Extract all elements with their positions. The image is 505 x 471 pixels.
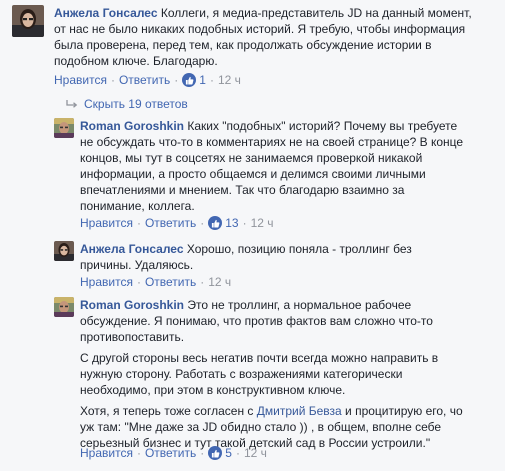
comment-text: Коллеги, я медиа-представитель JD на дан… [157,6,472,20]
comment-body: Анжела Гонсалес Коллеги, я медиа-предста… [54,5,499,69]
reply-text: противопоставить. [80,330,185,344]
avatar[interactable] [54,297,74,317]
like-button[interactable]: Нравится [80,274,133,290]
separator-dot: · [136,275,141,289]
user-mention-link[interactable]: Дмитрий Бевза [257,404,342,418]
reply-author[interactable]: Roman Goroshkin [80,119,184,133]
separator-dot: · [235,446,240,460]
reply-text: не обсуждать что-то в комментариях не на… [80,135,464,149]
like-count[interactable]: 13 [225,215,238,231]
reply-body: Roman Goroshkin Это не троллинг, а норма… [80,297,500,451]
reply-actions: Нравится · Ответить · 13 · 12 ч [80,215,274,231]
like-button[interactable]: Нравится [54,72,107,88]
like-count[interactable]: 5 [225,445,232,461]
separator-dot: · [174,73,179,87]
reply-text: Каких "подобных" историй? Почему вы треб… [184,119,458,133]
separator-dot: · [200,216,205,230]
thumbs-up-icon [182,73,197,87]
comment-actions: Нравится · Ответить · 1 · 12 ч [54,72,241,88]
reply: Анжела Гонсалес Хорошо, позицию поняла -… [0,241,505,296]
reply-button[interactable]: Ответить [119,72,170,88]
separator-dot: · [242,216,247,230]
timestamp[interactable]: 12 ч [218,72,241,88]
like-count[interactable]: 1 [199,72,206,88]
reply-actions: Нравится · Ответить · 5 · 12 ч [80,445,267,461]
reply-body: Анжела Гонсалес Хорошо, позицию поняла -… [80,241,500,273]
timestamp[interactable]: 12 ч [251,215,274,231]
reply-text: нужную сторону. Работать с возражениями … [80,367,403,381]
reply-text: Хотя, я теперь тоже согласен с [80,404,257,418]
reply-actions: Нравится · Ответить · 12 ч [80,274,231,290]
comment-text: была проверена, перед тем, как продолжат… [54,38,432,52]
separator-dot: · [200,446,205,460]
reply-text: необходимо, при этом в конструктивном кл… [80,383,346,397]
reply-text: понимание, коллега. [80,199,195,213]
like-button[interactable]: Нравится [80,445,133,461]
comment-text: подобном ключе. Благодарю. [54,54,218,68]
reply-body: Roman Goroshkin Каких "подобных" историй… [80,118,500,214]
reply: Roman Goroshkin Это не троллинг, а норма… [0,297,505,471]
reply-paragraph: С другой стороны весь негатив почти всег… [80,350,500,398]
comment-text: от нас не было никаких подобных историй.… [54,22,466,36]
separator-dot: · [136,216,141,230]
reply-text: Это не троллинг, а нормальное рабочее [184,298,412,312]
timestamp[interactable]: 12 ч [244,445,267,461]
reply-text: причины. Удаляюсь. [80,258,194,272]
separator-dot: · [136,446,141,460]
separator-dot: · [110,73,115,87]
avatar[interactable] [54,241,74,261]
reply-text: и процитирую его, чо [341,404,463,418]
toggle-replies-link[interactable]: Скрыть 19 ответов [66,96,188,112]
reply-text: С другой стороны весь негатив почти всег… [80,351,439,365]
reply-text: впечатлениями и мнением. Так что благода… [80,183,405,197]
reply-text: информации, а просто общаемся и делимся … [80,167,426,181]
reply: Roman Goroshkin Каких "подобных" историй… [0,118,505,233]
separator-dot: · [209,73,214,87]
thumbs-up-icon [208,216,223,230]
reply-paragraph: Хотя, я теперь тоже согласен с Дмитрий Б… [80,403,500,451]
avatar[interactable] [54,118,74,138]
avatar[interactable] [12,5,44,37]
reply-text: обсуждение. Я понимаю, что против фактов… [80,314,433,328]
comment: Анжела Гонсалес Коллеги, я медиа-предста… [0,0,505,95]
toggle-replies-label: Скрыть 19 ответов [84,97,188,111]
reply-text: уж там: "Мне даже за JD обидно стало )) … [80,420,442,434]
reply-button[interactable]: Ответить [145,215,196,231]
reply-author[interactable]: Анжела Гонсалес [80,242,184,256]
reply-button[interactable]: Ответить [145,445,196,461]
separator-dot: · [200,275,205,289]
timestamp[interactable]: 12 ч [208,274,231,290]
reply-arrow-icon [66,100,78,108]
reply-text: Хорошо, позицию поняла - троллинг без [183,242,412,256]
like-button[interactable]: Нравится [80,215,133,231]
reply-button[interactable]: Ответить [145,274,196,290]
comment-author[interactable]: Анжела Гонсалес [54,6,158,20]
thumbs-up-icon [208,446,223,460]
reply-text: концов, мы тут в соцсетях не занимаемся … [80,151,423,165]
reply-author[interactable]: Roman Goroshkin [80,298,184,312]
reply-paragraph: Roman Goroshkin Это не троллинг, а норма… [80,297,500,345]
